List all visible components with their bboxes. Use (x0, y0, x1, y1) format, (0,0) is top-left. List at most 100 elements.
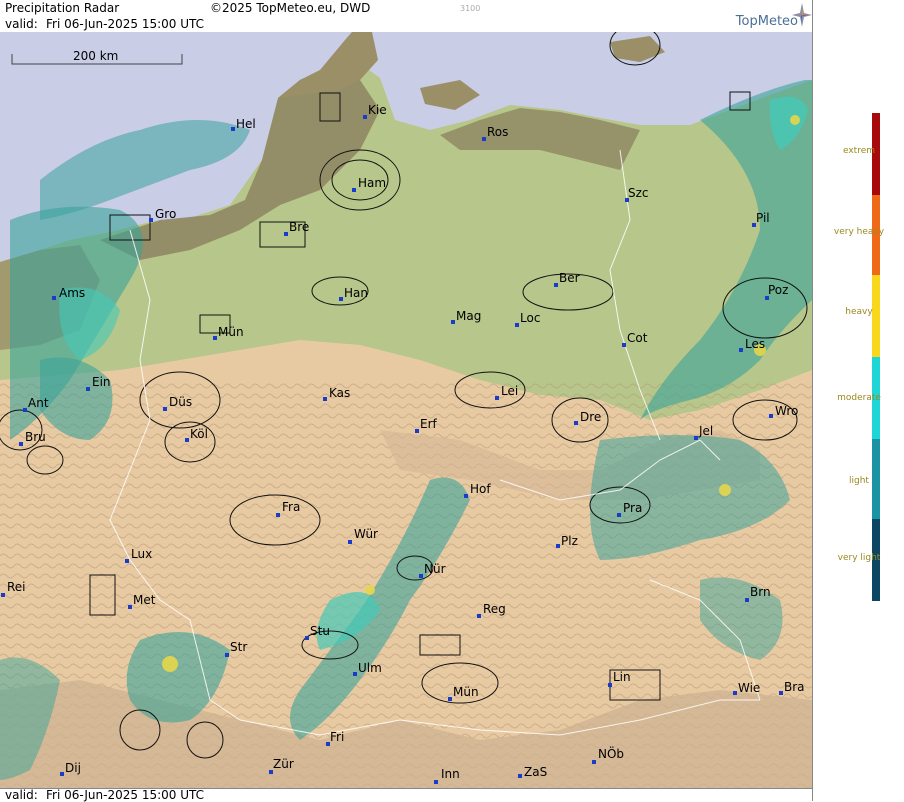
city-label[interactable]: Zür (273, 757, 294, 771)
city-label[interactable]: Hel (236, 117, 256, 131)
compass-star-icon (792, 3, 812, 27)
city-dot (363, 115, 367, 119)
city-label[interactable]: Bre (289, 220, 309, 234)
city-label[interactable]: Ber (559, 271, 580, 285)
city-dot (19, 442, 23, 446)
city-dot (1, 593, 5, 597)
topmeteo-logo: TopMeteo (735, 14, 798, 29)
valid-label: valid: (5, 17, 38, 31)
city-dot (745, 598, 749, 602)
city-dot (52, 296, 56, 300)
city-label[interactable]: Ulm (358, 661, 382, 675)
scale-label: 200 km (73, 49, 118, 63)
city-label[interactable]: Plz (561, 534, 578, 548)
city-label[interactable]: Wie (738, 681, 760, 695)
city-label[interactable]: Mün (218, 325, 244, 339)
city-label[interactable]: Poz (768, 283, 788, 297)
city-label[interactable]: Dij (65, 761, 81, 775)
city-dot (163, 407, 167, 411)
city-dot (348, 540, 352, 544)
city-label[interactable]: Jel (698, 424, 713, 438)
city-label[interactable]: Loc (520, 311, 540, 325)
city-label[interactable]: Düs (169, 395, 192, 409)
city-label[interactable]: Lin (613, 670, 631, 684)
city-label[interactable]: Inn (441, 767, 460, 781)
city-dot (477, 614, 481, 618)
legend-label: very light (837, 553, 881, 563)
footer-valid-label: valid: (5, 788, 38, 802)
city-label[interactable]: Szc (628, 186, 649, 200)
city-dot (149, 218, 153, 222)
legend-label: moderate (837, 393, 881, 403)
city-label[interactable]: Gro (155, 207, 176, 221)
city-dot (323, 397, 327, 401)
city-label[interactable]: Wür (354, 527, 378, 541)
city-dot (482, 137, 486, 141)
city-label[interactable]: Brn (750, 585, 771, 599)
city-label[interactable]: Wro (775, 404, 798, 418)
city-dot (556, 544, 560, 548)
city-label[interactable]: NÖb (598, 745, 624, 761)
legend-panel: extrem very heavy heavy moderate light v… (812, 0, 904, 801)
valid-time: Fri 06-Jun-2025 15:00 UTC (46, 17, 204, 31)
city-label[interactable]: Fri (330, 730, 344, 744)
legend-label: very heavy (833, 227, 885, 237)
city-label[interactable]: Met (133, 593, 156, 607)
city-dot (769, 414, 773, 418)
city-label[interactable]: Ams (59, 286, 85, 300)
city-label[interactable]: Reg (483, 602, 506, 616)
city-label[interactable]: Ros (487, 125, 508, 139)
city-label[interactable]: Ein (92, 375, 111, 389)
city-dot (608, 683, 612, 687)
city-label[interactable]: Dre (580, 410, 601, 424)
city-label[interactable]: Stu (310, 624, 330, 638)
image-code: 3100 (460, 4, 481, 13)
city-label[interactable]: Rei (7, 580, 26, 594)
city-label[interactable]: Pra (623, 501, 642, 515)
city-dot (554, 283, 558, 287)
city-dot (339, 297, 343, 301)
city-label[interactable]: Ant (28, 396, 49, 410)
city-label[interactable]: Ham (358, 176, 386, 190)
city-label[interactable]: Han (344, 286, 368, 300)
copyright-text: ©2025 TopMeteo.eu, DWD (210, 1, 371, 15)
city-dot (419, 574, 423, 578)
city-label[interactable]: Kas (329, 386, 350, 400)
city-dot (305, 636, 309, 640)
city-dot (622, 343, 626, 347)
city-label[interactable]: Pil (756, 211, 770, 225)
city-dot (185, 438, 189, 442)
city-dot (464, 494, 468, 498)
city-dot (86, 387, 90, 391)
city-label[interactable]: Kie (368, 103, 387, 117)
city-label[interactable]: Nür (424, 562, 446, 576)
city-dot (694, 436, 698, 440)
map-canvas: 200 km Hel Kie Ros Ham Szc Gro Bre Pil A… (0, 32, 812, 788)
city-label[interactable]: Erf (420, 417, 438, 431)
city-label[interactable]: Lei (501, 384, 518, 398)
radar-map[interactable]: 200 km Hel Kie Ros Ham Szc Gro Bre Pil A… (0, 32, 812, 788)
city-label[interactable]: Lux (131, 547, 152, 561)
city-dot (225, 653, 229, 657)
city-dot (23, 408, 27, 412)
city-dot (434, 780, 438, 784)
city-label[interactable]: Hof (470, 482, 491, 496)
city-dot (128, 605, 132, 609)
header-bar: Precipitation Radar ©2025 TopMeteo.eu, D… (0, 0, 812, 33)
map-title: Precipitation Radar (5, 1, 120, 15)
city-label[interactable]: Mag (456, 309, 481, 323)
footer-bar: valid: Fri 06-Jun-2025 15:00 UTC (0, 788, 812, 802)
city-label[interactable]: Les (745, 337, 765, 351)
city-label[interactable]: Cot (627, 331, 648, 345)
city-dot (617, 513, 621, 517)
city-label[interactable]: Str (230, 640, 247, 654)
city-dot (779, 691, 783, 695)
city-label[interactable]: Bru (25, 430, 46, 444)
city-label[interactable]: Köl (190, 427, 208, 441)
city-label[interactable]: ZaS (524, 765, 547, 779)
city-dot (495, 396, 499, 400)
city-label[interactable]: Mün (453, 685, 479, 699)
city-label[interactable]: Bra (784, 680, 805, 694)
city-dot (448, 697, 452, 701)
city-label[interactable]: Fra (282, 500, 300, 514)
